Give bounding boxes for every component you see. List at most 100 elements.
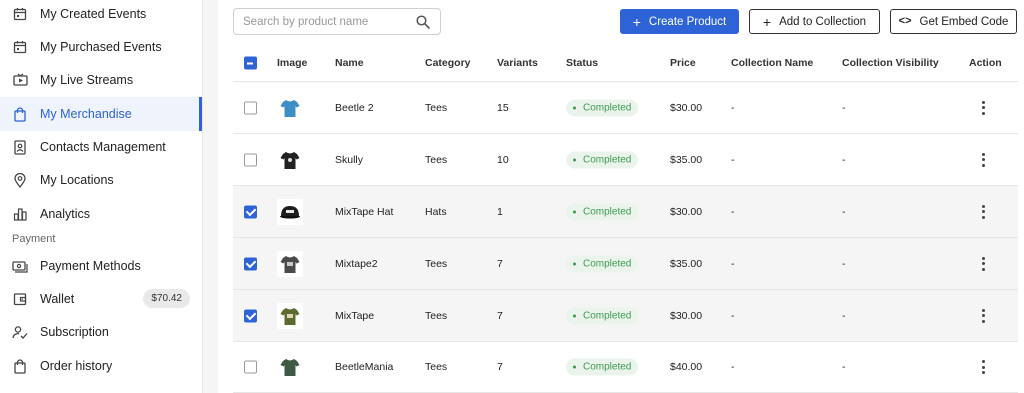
- table-row[interactable]: MixTape Tees 7 Completed $30.00 - -: [233, 290, 1018, 342]
- sidebar-item-payment-methods[interactable]: Payment Methods: [0, 249, 202, 283]
- table-row[interactable]: Mixtape2 Tees 7 Completed $35.00 - -: [233, 238, 1018, 290]
- product-price: $40.00: [670, 361, 703, 373]
- sidebar-item-label: My Purchased Events: [40, 40, 162, 54]
- row-checkbox[interactable]: [244, 153, 257, 166]
- sidebar-item-label: My Merchandise: [40, 107, 132, 121]
- column-header-status: Status: [566, 57, 599, 69]
- product-price: $30.00: [670, 205, 703, 218]
- table-row[interactable]: MixTape Hat Hats 1 Completed $30.00 - -: [233, 186, 1018, 238]
- get-embed-code-label: Get Embed Code: [919, 15, 1009, 28]
- status-text: Completed: [583, 102, 632, 113]
- product-category: Tees: [425, 153, 448, 166]
- more-options-icon[interactable]: [977, 204, 989, 220]
- product-variants: 10: [497, 153, 509, 166]
- collection-name: -: [731, 101, 735, 114]
- row-checkbox[interactable]: [244, 309, 257, 322]
- column-header-name: Name: [335, 57, 364, 69]
- status-text: Completed: [583, 206, 632, 217]
- more-options-icon[interactable]: [977, 359, 989, 375]
- product-variants: 15: [497, 101, 509, 114]
- product-variants: 1: [497, 205, 503, 218]
- table-row[interactable]: Beetle 2 Tees 15 Completed $30.00 - -: [233, 82, 1018, 134]
- sidebar-item-label: Order history: [40, 359, 113, 373]
- code-icon: <>: [898, 15, 912, 27]
- sidebar-item-my-live-streams[interactable]: My Live Streams: [0, 63, 202, 97]
- more-options-icon[interactable]: [977, 256, 989, 272]
- calendar-icon: [12, 39, 28, 55]
- product-price: $35.00: [670, 153, 703, 166]
- plus-icon: +: [632, 13, 641, 30]
- select-all-checkbox[interactable]: [244, 56, 257, 70]
- product-thumbnail: [277, 354, 303, 380]
- tv-icon: [12, 72, 28, 88]
- sidebar-item-label: Payment Methods: [40, 259, 141, 273]
- wallet-icon: [12, 291, 28, 307]
- sidebar-item-subscription[interactable]: Subscription: [0, 315, 202, 349]
- sidebar-item-analytics[interactable]: Analytics: [0, 197, 202, 231]
- collection-visibility: -: [842, 361, 846, 373]
- add-to-collection-label: Add to Collection: [779, 15, 867, 28]
- sidebar-item-contacts-management[interactable]: Contacts Management: [0, 130, 202, 164]
- sidebar-item-my-locations[interactable]: My Locations: [0, 163, 202, 197]
- column-header-image: Image: [277, 57, 308, 69]
- more-options-icon[interactable]: [977, 152, 989, 168]
- tee-icon: [280, 359, 300, 376]
- payment-icon: [12, 258, 28, 274]
- search-input[interactable]: [243, 14, 413, 30]
- row-checkbox[interactable]: [244, 360, 257, 374]
- product-category: Hats: [425, 205, 447, 218]
- sidebar-item-label: Analytics: [40, 207, 91, 221]
- more-options-icon[interactable]: [977, 308, 989, 324]
- shopping-bag-icon: [12, 106, 28, 122]
- sidebar-item-order-history[interactable]: Order history: [0, 349, 202, 383]
- tee-icon: [280, 99, 300, 117]
- column-header-action: Action: [969, 57, 1002, 69]
- table-row[interactable]: Skully Tees 10 Completed $35.00 - -: [233, 134, 1018, 186]
- status-badge: Completed: [566, 255, 639, 272]
- row-checkbox[interactable]: [244, 101, 257, 114]
- tee-icon: [280, 151, 300, 169]
- column-header-variants: Variants: [497, 57, 538, 69]
- get-embed-code-button[interactable]: <> Get Embed Code: [890, 9, 1017, 34]
- location-pin-icon: [12, 172, 28, 188]
- row-checkbox[interactable]: [244, 257, 257, 270]
- wallet-balance-badge: $70.42: [143, 289, 190, 308]
- calendar-icon: [12, 6, 28, 22]
- column-header-category: Category: [425, 57, 471, 69]
- plus-icon: +: [762, 13, 772, 30]
- sidebar-item-my-created-events[interactable]: My Created Events: [0, 0, 202, 31]
- sidebar-item-label: My Locations: [40, 173, 114, 187]
- table-row[interactable]: BeetleMania Tees 7 Completed $40.00 - -: [233, 342, 1018, 393]
- subscription-icon: [12, 324, 28, 340]
- add-to-collection-button[interactable]: + Add to Collection: [749, 9, 880, 34]
- status-badge: Completed: [566, 151, 639, 168]
- row-checkbox[interactable]: [244, 205, 257, 218]
- product-thumbnail: [277, 302, 303, 329]
- search-box[interactable]: [233, 8, 441, 35]
- product-category: Tees: [425, 257, 448, 270]
- sidebar-item-label: Contacts Management: [40, 140, 166, 154]
- sidebar-item-my-merchandise[interactable]: My Merchandise: [0, 97, 202, 131]
- create-product-label: Create Product: [648, 15, 727, 28]
- product-thumbnail: [277, 198, 303, 225]
- status-text: Completed: [583, 361, 632, 373]
- collection-name: -: [731, 361, 735, 373]
- status-text: Completed: [583, 154, 632, 165]
- sidebar-item-wallet[interactable]: Wallet $70.42: [0, 282, 202, 316]
- sidebar: My Created Events My Purchased Events My…: [0, 0, 203, 393]
- product-name: Beetle 2: [335, 101, 374, 114]
- status-badge: Completed: [566, 99, 639, 116]
- tee-icon: [280, 307, 300, 325]
- product-name: Mixtape2: [335, 257, 378, 270]
- product-category: Tees: [425, 309, 448, 322]
- create-product-button[interactable]: + Create Product: [620, 9, 739, 34]
- status-badge: Completed: [566, 307, 639, 324]
- sidebar-item-my-purchased-events[interactable]: My Purchased Events: [0, 30, 202, 64]
- more-options-icon[interactable]: [977, 100, 989, 116]
- collection-name: -: [731, 309, 735, 322]
- search-icon[interactable]: [415, 14, 431, 30]
- collection-visibility: -: [842, 257, 846, 270]
- product-thumbnail: [277, 250, 303, 277]
- hat-icon: [280, 205, 300, 218]
- merchandise-page: My Created Events My Purchased Events My…: [0, 0, 1024, 393]
